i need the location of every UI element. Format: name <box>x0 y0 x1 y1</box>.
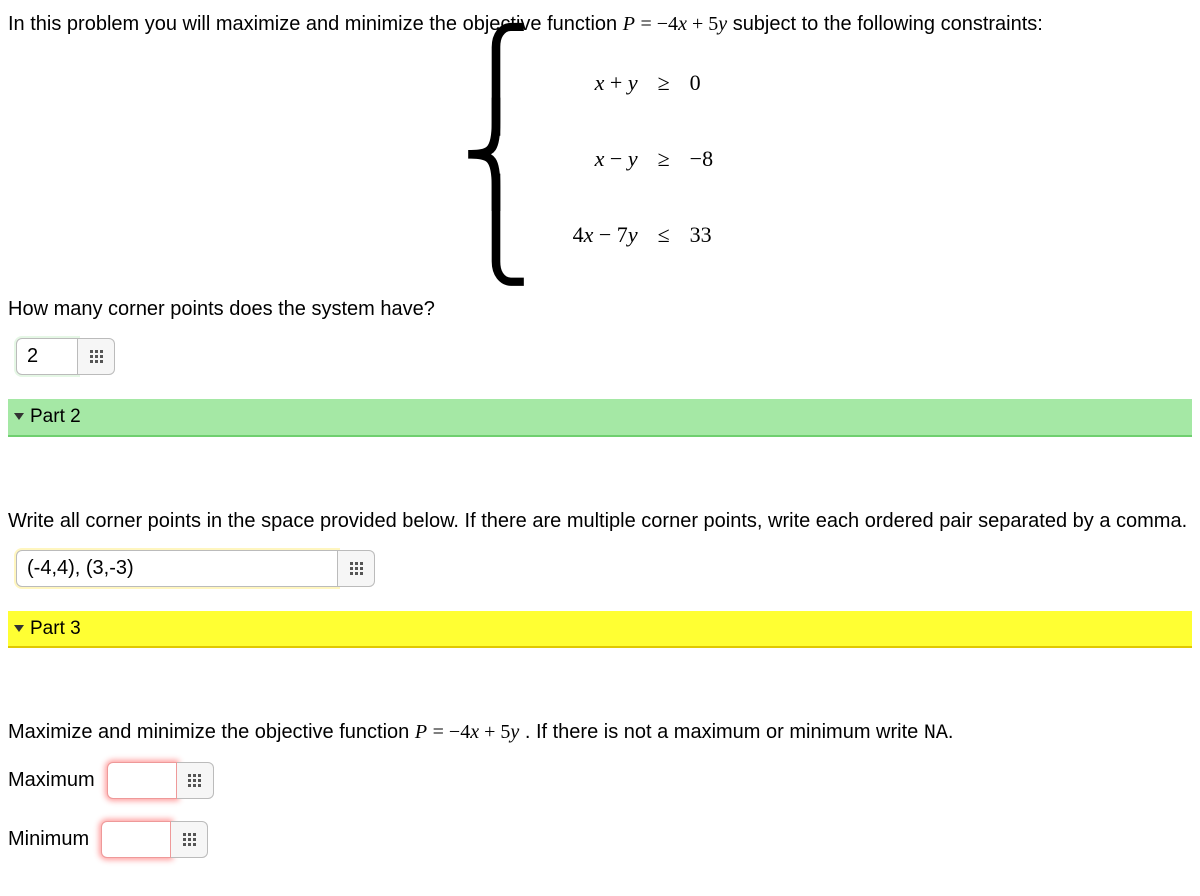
caret-down-icon <box>14 625 24 632</box>
intro-suffix: subject to the following constraints: <box>733 13 1043 35</box>
corner-count-input[interactable] <box>16 338 78 375</box>
part3-q-suffix: . If there is not a maximum or minimum w… <box>525 721 924 743</box>
maximum-row: Maximum <box>8 762 1192 799</box>
na-token: NA <box>924 722 948 745</box>
objective-var: P <box>415 721 427 743</box>
objective-var: P <box>623 13 635 35</box>
objective-expression: −4x + 5y <box>449 721 519 743</box>
maximum-input[interactable] <box>107 762 177 799</box>
constraint-row: 4x − 7y ≤ 33 <box>538 197 740 273</box>
keypad-button[interactable] <box>78 338 115 375</box>
maximum-label: Maximum <box>8 766 95 795</box>
caret-down-icon <box>14 413 24 420</box>
constraint-row: x + y ≥ 0 <box>538 45 740 121</box>
objective-expression: −4x + 5y <box>657 13 727 35</box>
keypad-icon <box>188 774 201 787</box>
constraint-row: x − y ≥ −8 <box>538 121 740 197</box>
keypad-icon <box>90 350 103 363</box>
equals: = <box>641 13 657 35</box>
part2-answer-group <box>16 550 1192 587</box>
keypad-button[interactable] <box>171 821 208 858</box>
problem-intro: In this problem you will maximize and mi… <box>8 10 1192 39</box>
keypad-icon <box>183 833 196 846</box>
constraint-system: ⎧⎨⎩ x + y ≥ 0 x − y ≥ −8 4x − 7y ≤ 33 <box>8 45 1192 273</box>
corner-points-input[interactable] <box>16 550 338 587</box>
keypad-icon <box>350 562 363 575</box>
minimum-label: Minimum <box>8 825 89 854</box>
part3-header[interactable]: Part 3 <box>8 611 1192 649</box>
minimum-input[interactable] <box>101 821 171 858</box>
part1-answer-group <box>16 338 1192 375</box>
part3-q-prefix: Maximize and minimize the objective func… <box>8 721 415 743</box>
keypad-button[interactable] <box>177 762 214 799</box>
left-brace: ⎧⎨⎩ <box>460 41 531 269</box>
part2-question: Write all corner points in the space pro… <box>8 507 1192 536</box>
constraint-table: x + y ≥ 0 x − y ≥ −8 4x − 7y ≤ 33 <box>538 45 740 273</box>
keypad-button[interactable] <box>338 550 375 587</box>
part1-question: How many corner points does the system h… <box>8 295 1192 324</box>
period: . <box>948 721 954 743</box>
part2-label: Part 2 <box>30 403 81 431</box>
part2-header[interactable]: Part 2 <box>8 399 1192 437</box>
equals: = <box>433 721 449 743</box>
part3-question: Maximize and minimize the objective func… <box>8 718 1192 748</box>
part3-label: Part 3 <box>30 615 81 643</box>
minimum-row: Minimum <box>8 821 1192 858</box>
